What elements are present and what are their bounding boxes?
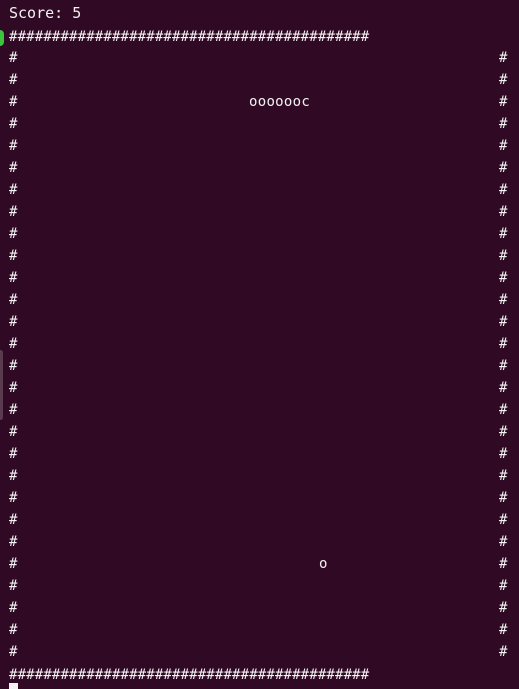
left-wall-cell: # <box>9 182 18 198</box>
right-wall-cell: # <box>499 94 508 110</box>
right-wall-cell: # <box>499 578 508 594</box>
right-wall-cell: # <box>499 622 508 638</box>
right-wall-cell: # <box>499 380 508 396</box>
terminal-cursor <box>9 683 18 689</box>
left-wall-cell: # <box>9 292 18 308</box>
left-wall-cell: # <box>9 94 18 110</box>
left-wall-cell: # <box>9 336 18 352</box>
food-pellet: o <box>319 556 328 572</box>
right-wall-cell: # <box>499 138 508 154</box>
left-wall-cell: # <box>9 424 18 440</box>
left-wall-cell: # <box>9 160 18 176</box>
left-wall-cell: # <box>9 72 18 88</box>
right-wall-cell: # <box>499 226 508 242</box>
snake: ooooooc <box>249 94 311 110</box>
left-wall-cell: # <box>9 622 18 638</box>
left-wall-cell: # <box>9 138 18 154</box>
left-wall-cell: # <box>9 116 18 132</box>
right-wall-cell: # <box>499 490 508 506</box>
right-wall-cell: # <box>499 248 508 264</box>
left-wall-cell: # <box>9 270 18 286</box>
left-wall-cell: # <box>9 204 18 220</box>
right-wall-cell: # <box>499 314 508 330</box>
left-wall-cell: # <box>9 358 18 374</box>
left-wall-cell: # <box>9 380 18 396</box>
right-wall-cell: # <box>499 336 508 352</box>
right-wall-cell: # <box>499 72 508 88</box>
left-wall-cell: # <box>9 50 18 66</box>
left-wall-cell: # <box>9 402 18 418</box>
window-edge-tab <box>0 350 3 420</box>
left-wall-cell: # <box>9 490 18 506</box>
right-wall-cell: # <box>499 270 508 286</box>
right-wall-cell: # <box>499 160 508 176</box>
right-wall-cell: # <box>499 292 508 308</box>
right-wall-cell: # <box>499 446 508 462</box>
top-border: ########################################… <box>9 29 370 45</box>
left-wall-cell: # <box>9 556 18 572</box>
left-wall-cell: # <box>9 600 18 616</box>
score-display: Score: 5 <box>9 4 82 22</box>
left-wall-cell: # <box>9 578 18 594</box>
bottom-border: ########################################… <box>9 667 370 683</box>
right-wall-cell: # <box>499 600 508 616</box>
status-indicator-icon <box>0 30 4 46</box>
left-wall-cell: # <box>9 248 18 264</box>
left-wall-cell: # <box>9 226 18 242</box>
right-wall-cell: # <box>499 534 508 550</box>
right-wall-cell: # <box>499 116 508 132</box>
right-wall-cell: # <box>499 556 508 572</box>
right-wall-cell: # <box>499 402 508 418</box>
right-wall-cell: # <box>499 424 508 440</box>
right-wall-cell: # <box>499 468 508 484</box>
right-wall-cell: # <box>499 512 508 528</box>
right-wall-cell: # <box>499 182 508 198</box>
left-wall-cell: # <box>9 314 18 330</box>
left-wall-cell: # <box>9 534 18 550</box>
right-wall-cell: # <box>499 204 508 220</box>
terminal-window: Score: 5 ###############################… <box>0 0 519 689</box>
left-wall-cell: # <box>9 644 18 660</box>
right-wall-cell: # <box>499 358 508 374</box>
left-wall-cell: # <box>9 512 18 528</box>
left-wall-cell: # <box>9 446 18 462</box>
right-wall-cell: # <box>499 50 508 66</box>
right-wall-cell: # <box>499 644 508 660</box>
left-wall-cell: # <box>9 468 18 484</box>
